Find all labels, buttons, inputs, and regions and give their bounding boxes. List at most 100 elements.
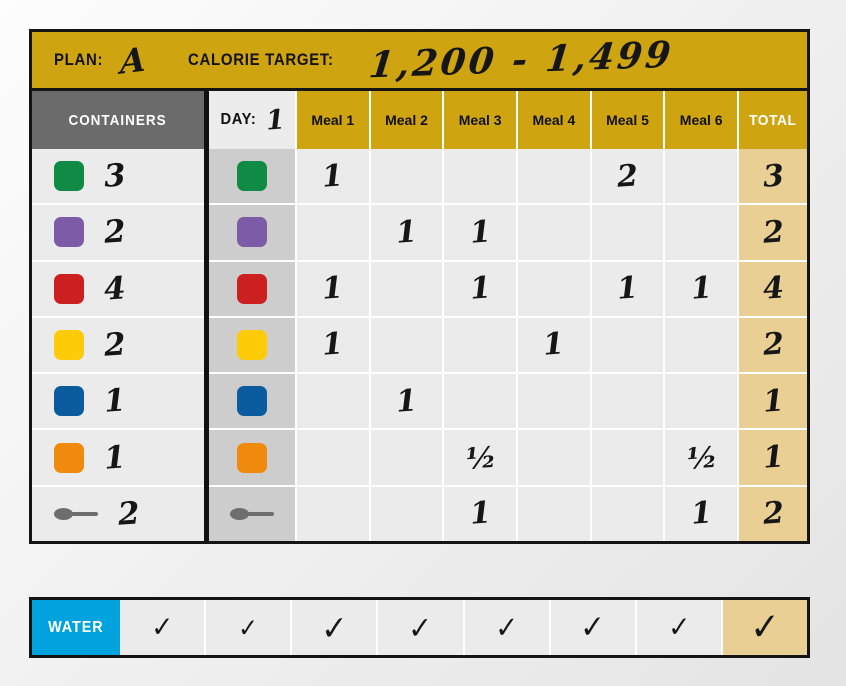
water-checkbox-cell[interactable]: ✓ [378, 600, 465, 655]
row-total-cell[interactable]: 4 [739, 261, 808, 316]
meal-cell[interactable] [591, 486, 666, 541]
meal-cell[interactable] [518, 374, 592, 429]
container-qty[interactable]: 1 [103, 383, 127, 420]
container-qty[interactable]: 4 [103, 270, 127, 307]
meal-cell[interactable]: 1 [370, 205, 445, 260]
check-icon: ✓ [150, 610, 174, 645]
meal-grid-panel: DAY: 1 Meal 1 Meal 2 Meal 3 Meal 4 Meal … [209, 91, 808, 541]
meal-cell[interactable] [370, 149, 445, 204]
meal-cell[interactable] [518, 486, 592, 541]
red-container-icon [54, 273, 84, 304]
row-total-cell[interactable]: 1 [739, 374, 808, 429]
meal-cell[interactable] [518, 205, 592, 260]
meal-cell[interactable] [665, 149, 740, 204]
meal-cell[interactable]: ½ [665, 430, 740, 485]
meal-cell[interactable] [444, 149, 519, 204]
row-total-cell[interactable]: 2 [739, 205, 808, 260]
meal-cell[interactable] [297, 374, 371, 429]
container-qty[interactable]: 2 [117, 495, 141, 532]
water-checkbox-cell[interactable]: ✓ [464, 600, 551, 655]
meal-cell[interactable]: 1 [518, 317, 592, 373]
list-item: 2 [32, 486, 204, 541]
tally-mark: 2 [615, 157, 640, 195]
meal-cell[interactable] [518, 261, 592, 316]
check-icon: ✓ [749, 605, 781, 650]
meal-cell[interactable] [370, 430, 445, 485]
meal-cell[interactable] [297, 430, 371, 485]
water-checkbox-cell[interactable]: ✓ [206, 600, 293, 655]
meal-cell[interactable] [591, 317, 666, 373]
tally-mark: 1 [468, 214, 492, 251]
container-qty[interactable]: 1 [103, 439, 127, 476]
row-total-value: 2 [761, 495, 785, 533]
water-checkbox-cell[interactable]: ✓ [120, 600, 207, 655]
row-color-cell [209, 261, 297, 316]
water-label-text: WATER [48, 618, 104, 636]
purple-container-icon [237, 217, 267, 248]
row-total-cell[interactable]: 3 [739, 149, 808, 204]
meal-cell[interactable] [444, 317, 519, 373]
meal-cell[interactable] [444, 374, 519, 429]
meal-cell[interactable]: 1 [665, 261, 740, 316]
meal-cell[interactable] [370, 261, 445, 316]
meal-cell[interactable] [518, 149, 592, 204]
container-qty[interactable]: 3 [103, 157, 127, 194]
water-checkbox-cell[interactable]: ✓ [292, 600, 379, 655]
meal-cell[interactable] [591, 205, 666, 260]
row-total-value: 1 [761, 383, 785, 420]
water-label: WATER [32, 600, 120, 655]
container-qty[interactable]: 2 [103, 214, 127, 251]
container-tracker-card: PLAN: A CALORIE TARGET: 1,200 - 1,499 CO… [29, 29, 810, 544]
meal-cell[interactable]: 1 [297, 149, 371, 204]
column-header-meal-6: Meal 6 [665, 91, 740, 149]
row-total-cell[interactable]: 1 [739, 430, 808, 485]
meal-cell[interactable] [518, 430, 592, 485]
meal-cell[interactable] [297, 205, 371, 260]
meal-cell[interactable] [591, 430, 666, 485]
water-checkbox-cell[interactable]: ✓ [636, 600, 723, 655]
meal-cell[interactable]: 2 [591, 149, 666, 204]
day-label: DAY: [220, 111, 257, 128]
check-icon: ✓ [667, 610, 691, 645]
day-header-cell[interactable]: DAY: 1 [209, 91, 297, 149]
meal-cell[interactable]: 1 [370, 374, 445, 429]
row-color-cell [209, 374, 297, 429]
row-total-value: 1 [761, 439, 785, 476]
meal-cell[interactable] [665, 374, 740, 429]
meal-cell[interactable]: 1 [444, 486, 519, 541]
tally-mark: 1 [394, 214, 419, 251]
meal-cell[interactable]: 1 [665, 486, 740, 541]
meal-cell[interactable] [665, 317, 740, 373]
meal-cell[interactable]: 1 [297, 317, 371, 373]
meal-cell[interactable] [370, 486, 445, 541]
meal-cell[interactable]: 1 [591, 261, 666, 316]
containers-header: CONTAINERS [32, 91, 204, 149]
tally-mark: 1 [468, 495, 492, 533]
list-item: 1 [32, 374, 204, 431]
check-icon: ✓ [494, 609, 519, 646]
tally-mark: 1 [321, 326, 345, 364]
yellow-container-icon [54, 329, 84, 360]
day-value[interactable]: 1 [265, 104, 287, 136]
water-checkbox-cell[interactable]: ✓ [722, 600, 807, 655]
table-row: 1 1 1 1 4 [209, 261, 808, 318]
meal-cell[interactable] [297, 486, 371, 541]
row-total-cell[interactable]: 2 [739, 486, 808, 541]
water-checkbox-cell[interactable]: ✓ [550, 600, 637, 655]
calorie-target-label: CALORIE TARGET: [187, 50, 334, 69]
calorie-target-value[interactable]: 1,200 - 1,499 [367, 34, 676, 87]
row-total-cell[interactable]: 2 [739, 317, 808, 373]
meal-cell[interactable]: 1 [297, 261, 371, 316]
meal-cell[interactable]: 1 [444, 261, 519, 316]
meal-cell[interactable]: ½ [444, 430, 519, 485]
row-color-cell [209, 149, 297, 204]
container-qty[interactable]: 2 [103, 326, 127, 363]
meal-cell[interactable] [665, 205, 740, 260]
column-header-meal-1: Meal 1 [297, 91, 371, 149]
meal-cell[interactable] [591, 374, 666, 429]
plan-value[interactable]: A [120, 39, 146, 81]
row-color-cell [209, 205, 297, 260]
meal-cell[interactable] [370, 317, 445, 373]
column-header-meal-3: Meal 3 [444, 91, 519, 149]
meal-cell[interactable]: 1 [444, 205, 519, 260]
